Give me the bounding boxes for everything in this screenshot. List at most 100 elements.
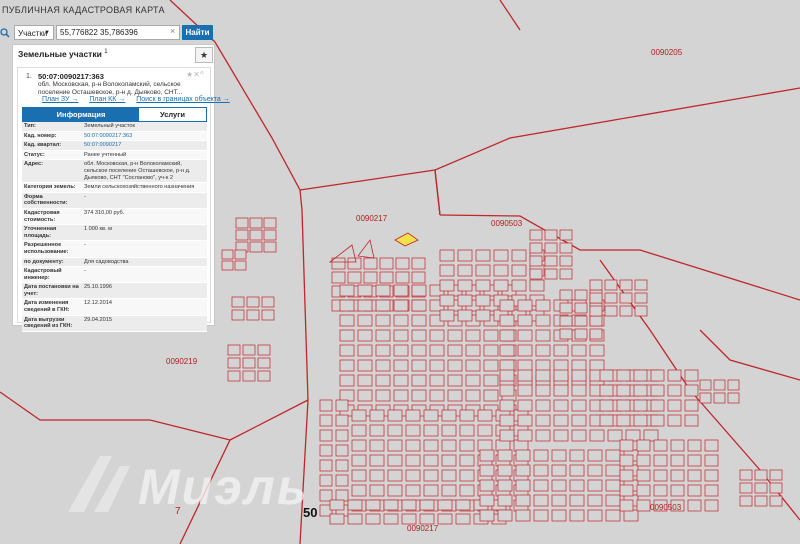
parcel[interactable]	[754, 482, 768, 494]
parcel[interactable]	[369, 424, 385, 437]
parcel[interactable]	[447, 329, 463, 342]
parcel[interactable]	[517, 429, 533, 442]
parcel[interactable]	[670, 469, 685, 482]
parcel[interactable]	[667, 369, 682, 382]
parcel[interactable]	[636, 484, 651, 497]
parcel[interactable]	[447, 359, 463, 372]
parcel[interactable]	[437, 513, 453, 525]
parcel[interactable]	[619, 279, 633, 291]
attribute-value[interactable]: 50:07:0090217:363	[82, 131, 207, 142]
parcel[interactable]	[497, 494, 513, 507]
parcel[interactable]	[535, 399, 551, 412]
parcel[interactable]	[633, 369, 648, 382]
parcel[interactable]	[623, 509, 639, 522]
parcel[interactable]	[249, 229, 263, 241]
parcel[interactable]	[574, 328, 588, 340]
parcel[interactable]	[441, 439, 457, 452]
parcel[interactable]	[369, 484, 385, 497]
parcel[interactable]	[517, 329, 533, 342]
parcel[interactable]	[670, 439, 685, 452]
parcel[interactable]	[499, 359, 515, 372]
parcel[interactable]	[411, 271, 426, 284]
parcel[interactable]	[375, 314, 391, 327]
parcel[interactable]	[459, 469, 475, 482]
parcel[interactable]	[351, 409, 367, 422]
parcel[interactable]	[589, 315, 603, 327]
parcel[interactable]	[544, 255, 558, 267]
parcel[interactable]	[365, 499, 381, 511]
parcel[interactable]	[754, 469, 768, 481]
parcel[interactable]	[569, 494, 585, 507]
parcel[interactable]	[375, 374, 391, 387]
parcel[interactable]	[483, 389, 499, 402]
parcel[interactable]	[559, 242, 573, 254]
parcel[interactable]	[517, 369, 533, 382]
parcel[interactable]	[339, 359, 355, 372]
parcel[interactable]	[483, 344, 499, 357]
parcel[interactable]	[687, 499, 702, 512]
parcel[interactable]	[699, 392, 712, 404]
parcel[interactable]	[319, 489, 333, 502]
parcel[interactable]	[335, 459, 349, 472]
parcel[interactable]	[553, 359, 569, 372]
parcel[interactable]	[604, 292, 618, 304]
parcel[interactable]	[574, 302, 588, 314]
parcel[interactable]	[493, 279, 509, 292]
parcel[interactable]	[411, 299, 427, 312]
parcel[interactable]	[419, 499, 435, 511]
parcel[interactable]	[319, 444, 333, 457]
parcel[interactable]	[483, 374, 499, 387]
parcel[interactable]	[650, 399, 665, 412]
parcel[interactable]	[589, 328, 603, 340]
parcel[interactable]	[544, 268, 558, 280]
parcel[interactable]	[459, 484, 475, 497]
parcel[interactable]	[553, 429, 569, 442]
parcel[interactable]	[769, 482, 783, 494]
parcel[interactable]	[419, 513, 435, 525]
parcel[interactable]	[393, 299, 409, 312]
parcel[interactable]	[670, 454, 685, 467]
parcel[interactable]	[515, 449, 531, 462]
parcel[interactable]	[616, 414, 631, 427]
parcel[interactable]	[497, 479, 513, 492]
parcel[interactable]	[351, 469, 367, 482]
parcel[interactable]	[411, 329, 427, 342]
parcel[interactable]	[684, 369, 699, 382]
parcel[interactable]	[479, 449, 495, 462]
parcel[interactable]	[636, 454, 651, 467]
parcel[interactable]	[605, 509, 621, 522]
parcel[interactable]	[221, 260, 234, 271]
parcel[interactable]	[375, 284, 391, 297]
tab-services[interactable]: Услуги	[139, 108, 206, 121]
parcel[interactable]	[559, 229, 573, 241]
parcel[interactable]	[335, 414, 349, 427]
parcel[interactable]	[429, 389, 445, 402]
parcel[interactable]	[535, 314, 551, 327]
parcel[interactable]	[574, 315, 588, 327]
parcel[interactable]	[379, 257, 394, 270]
parcel[interactable]	[405, 424, 421, 437]
parcel[interactable]	[687, 484, 702, 497]
parcel[interactable]	[477, 424, 493, 437]
parcel[interactable]	[387, 484, 403, 497]
parcel[interactable]	[559, 328, 573, 340]
parcel[interactable]	[405, 454, 421, 467]
parcel[interactable]	[249, 241, 263, 253]
parcel[interactable]	[423, 409, 439, 422]
parcel[interactable]	[535, 369, 551, 382]
parcel[interactable]	[257, 370, 271, 382]
search-icon[interactable]	[0, 26, 10, 40]
parcel[interactable]	[351, 424, 367, 437]
parcel[interactable]	[363, 271, 378, 284]
parcel[interactable]	[339, 374, 355, 387]
parcel[interactable]	[499, 344, 515, 357]
parcel[interactable]	[357, 344, 373, 357]
parcel[interactable]	[339, 314, 355, 327]
parcel[interactable]	[493, 264, 509, 277]
parcel[interactable]	[411, 284, 427, 297]
parcel[interactable]	[347, 499, 363, 511]
parcel[interactable]	[633, 384, 648, 397]
favorite-star-icon[interactable]: ★	[195, 47, 213, 63]
parcel[interactable]	[559, 255, 573, 267]
parcel[interactable]	[551, 494, 567, 507]
